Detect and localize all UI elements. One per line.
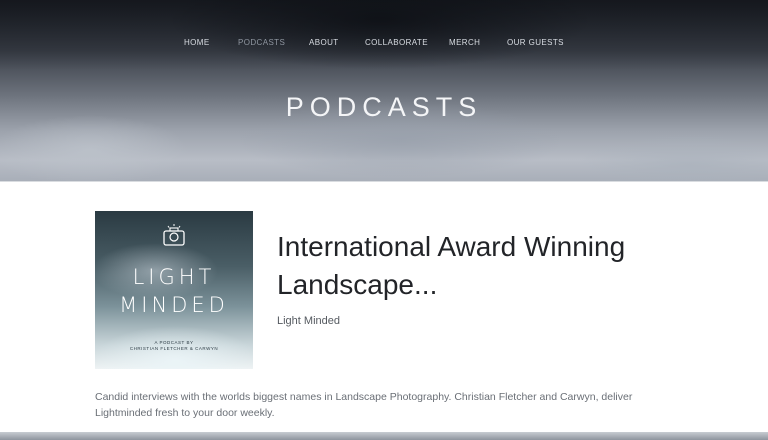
cover-subtitle-line2: CHRISTIAN FLETCHER & CARWYN xyxy=(129,346,219,351)
cover-subtitle-line1: A PODCAST BY xyxy=(154,340,194,345)
nav-about[interactable]: ABOUT xyxy=(309,38,339,47)
nav-collaborate[interactable]: COLLABORATE xyxy=(365,38,428,47)
cover-title-line2: MINDED xyxy=(119,293,229,317)
cover-title-line1: LIGHT xyxy=(132,265,216,289)
nav-home[interactable]: HOME xyxy=(184,38,210,47)
podcast-cover-image[interactable]: LIGHT MINDED A PODCAST BY CHRISTIAN FLET… xyxy=(95,211,253,369)
main-nav: HOME PODCASTS ABOUT COLLABORATE MERCH OU… xyxy=(0,38,768,50)
nav-podcasts[interactable]: PODCASTS xyxy=(238,38,285,47)
podcast-description: Candid interviews with the worlds bigges… xyxy=(95,391,633,419)
bottom-edge xyxy=(0,432,768,440)
nav-merch[interactable]: MERCH xyxy=(449,38,480,47)
podcast-title[interactable]: International Award Winning Landscape... xyxy=(277,228,717,304)
camera-lightbulb-icon xyxy=(163,224,185,246)
page-title: PODCASTS xyxy=(285,92,483,122)
hero-banner: HOME PODCASTS ABOUT COLLABORATE MERCH OU… xyxy=(0,0,768,182)
podcast-author: Light Minded xyxy=(277,315,340,327)
nav-our-guests[interactable]: OUR GUESTS xyxy=(507,38,564,47)
